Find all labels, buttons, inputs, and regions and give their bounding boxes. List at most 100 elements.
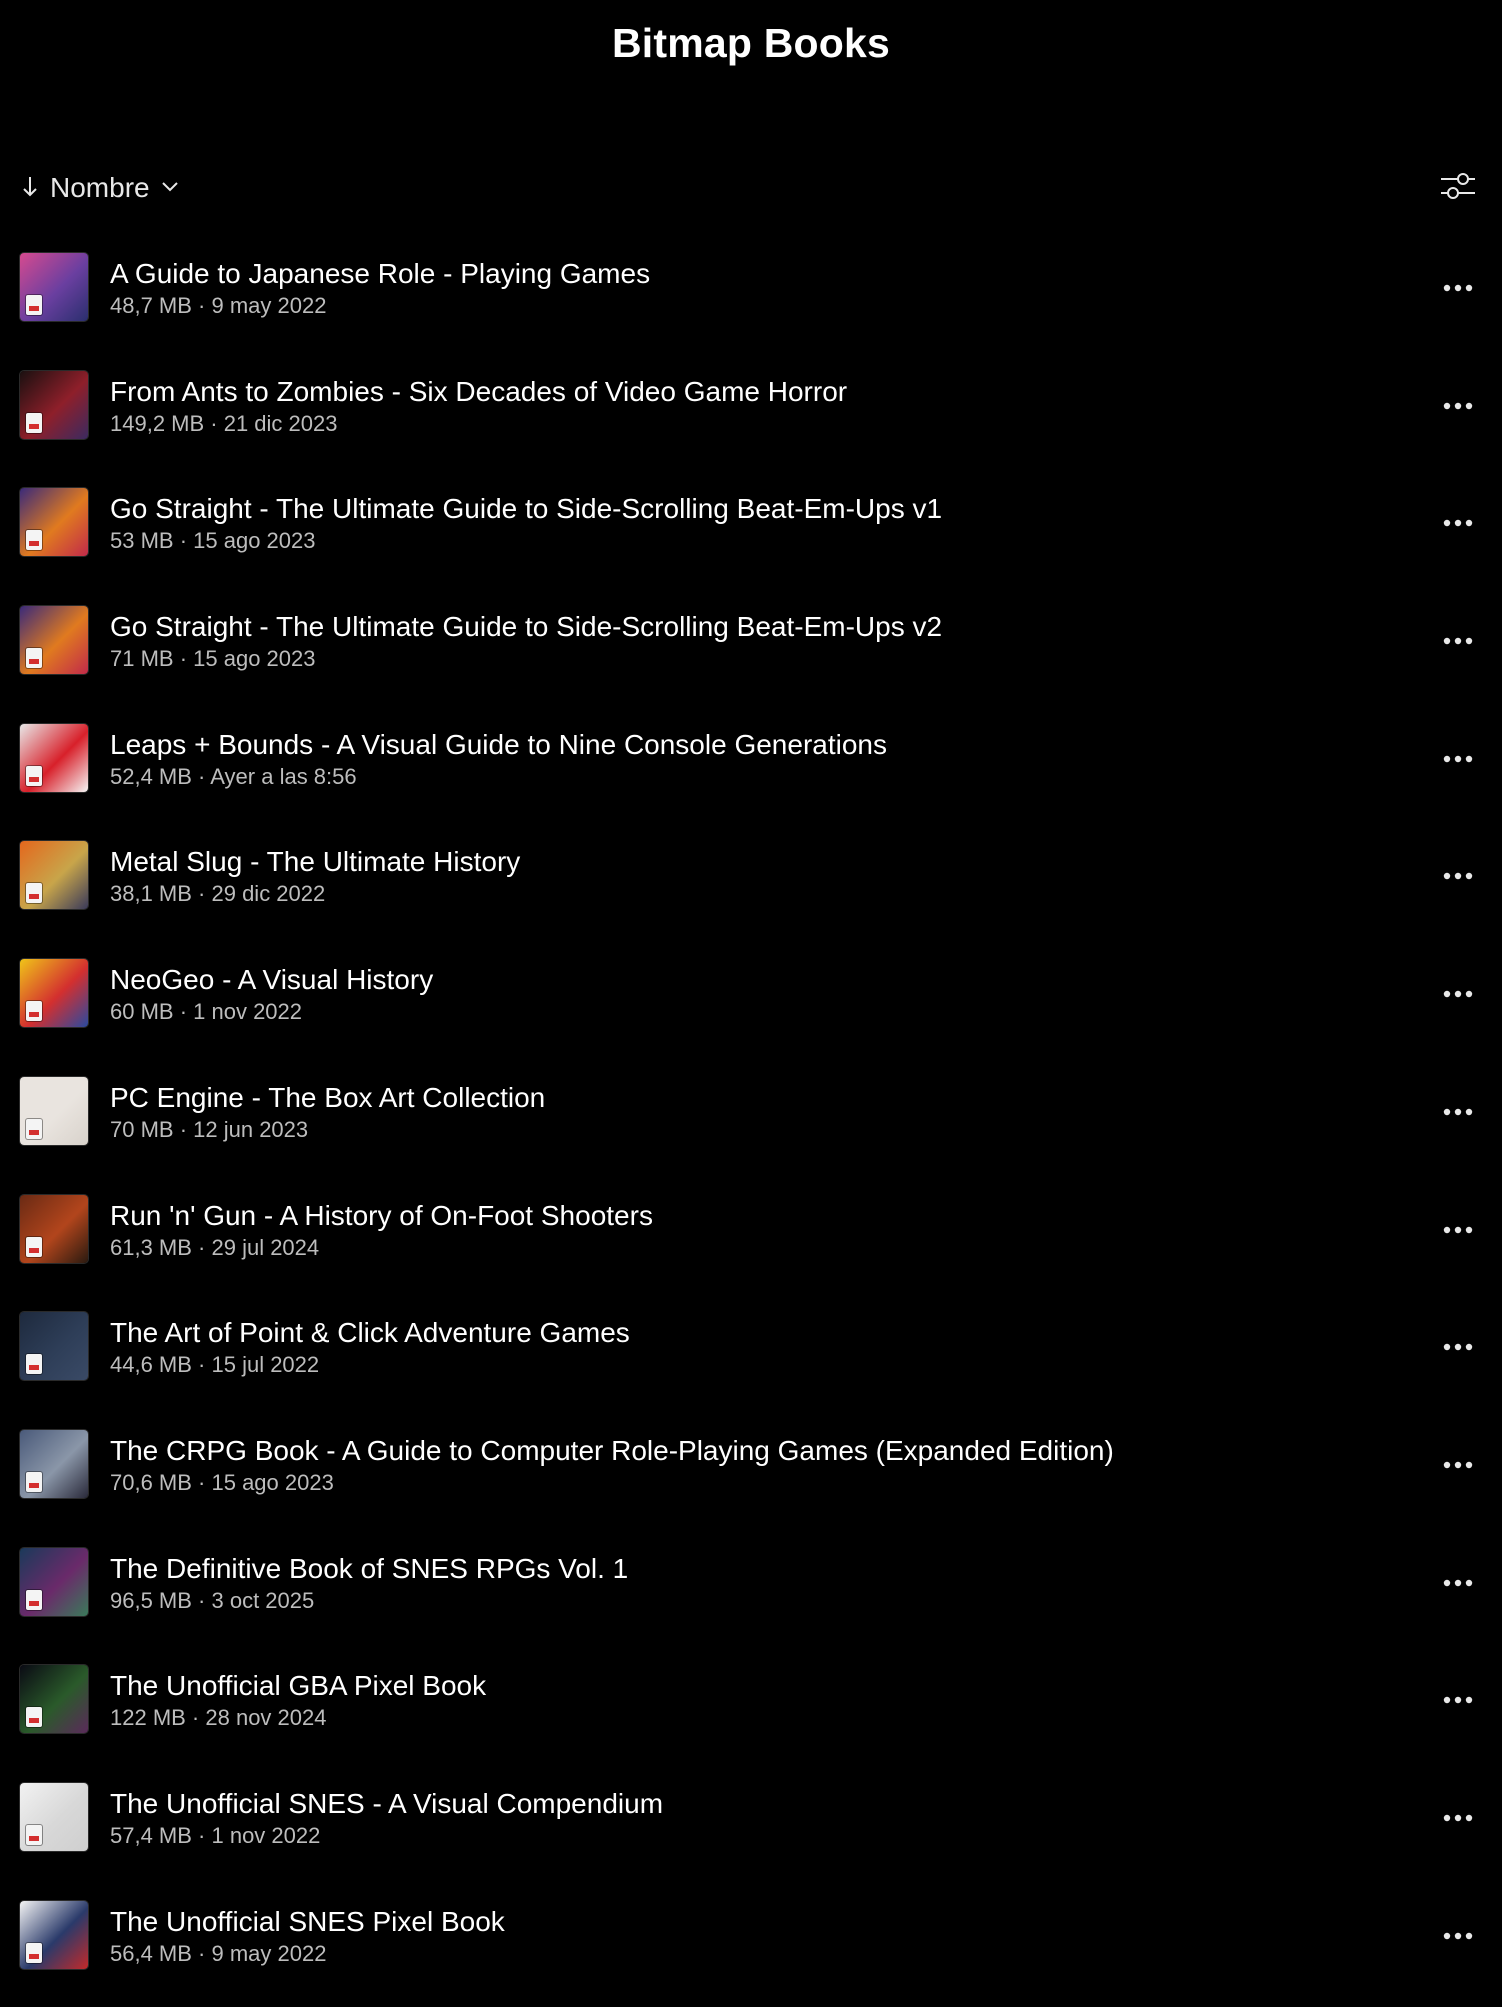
list-item-text: The Art of Point & Click Adventure Games… bbox=[110, 1316, 1362, 1380]
book-cover-thumbnail bbox=[20, 723, 88, 792]
list-item-meta: 44,6 MB · 15 jul 2022 bbox=[110, 1352, 320, 1378]
more-horizontal-icon bbox=[1443, 397, 1473, 415]
more-options-button[interactable] bbox=[1436, 386, 1480, 426]
more-horizontal-icon bbox=[1443, 1456, 1473, 1474]
pdf-badge-icon bbox=[26, 883, 42, 904]
more-options-button[interactable] bbox=[1436, 1798, 1480, 1838]
more-options-button[interactable] bbox=[1436, 268, 1480, 308]
list-item[interactable]: The CRPG Book - A Guide to Computer Role… bbox=[0, 1419, 1502, 1537]
list-item[interactable]: NeoGeo - A Visual History 60 MB · 1 nov … bbox=[0, 948, 1502, 1066]
pdf-badge-icon bbox=[26, 648, 42, 669]
book-cover-thumbnail bbox=[20, 488, 88, 557]
more-horizontal-icon bbox=[1443, 514, 1473, 532]
more-options-button[interactable] bbox=[1436, 1563, 1480, 1603]
list-item-text: The Unofficial GBA Pixel Book 122 MB · 2… bbox=[110, 1669, 1362, 1733]
more-horizontal-icon bbox=[1443, 1809, 1473, 1827]
more-horizontal-icon bbox=[1443, 750, 1473, 768]
list-item-meta: 48,7 MB · 9 may 2022 bbox=[110, 293, 327, 318]
pdf-badge-icon bbox=[26, 1707, 42, 1728]
list-item-text: The Unofficial SNES - A Visual Compendiu… bbox=[110, 1787, 1362, 1851]
book-cover-thumbnail bbox=[20, 1429, 88, 1498]
more-options-button[interactable] bbox=[1436, 1327, 1480, 1367]
more-options-button[interactable] bbox=[1436, 739, 1480, 779]
list-item[interactable]: Go Straight - The Ultimate Guide to Side… bbox=[0, 595, 1502, 713]
more-horizontal-icon bbox=[1443, 279, 1473, 297]
more-horizontal-icon bbox=[1443, 1927, 1473, 1945]
more-options-button[interactable] bbox=[1436, 1680, 1480, 1720]
sort-bar: Nombre bbox=[0, 160, 1502, 216]
list-item[interactable]: Leaps + Bounds - A Visual Guide to Nine … bbox=[0, 713, 1502, 831]
pdf-badge-icon bbox=[26, 1824, 42, 1845]
list-item[interactable]: The Unofficial SNES - A Visual Compendiu… bbox=[0, 1772, 1502, 1890]
list-item-title: Metal Slug - The Ultimate History bbox=[110, 846, 521, 878]
list-item-meta: 57,4 MB · 1 nov 2022 bbox=[110, 1822, 321, 1848]
list-item-title: Go Straight - The Ultimate Guide to Side… bbox=[110, 493, 943, 525]
list-item[interactable]: Run 'n' Gun - A History of On-Foot Shoot… bbox=[0, 1184, 1502, 1302]
list-item[interactable]: The Definitive Book of SNES RPGs Vol. 1 … bbox=[0, 1537, 1502, 1655]
list-item-meta: 56,4 MB · 9 may 2022 bbox=[110, 1940, 327, 1966]
book-cover-thumbnail bbox=[20, 959, 88, 1028]
list-item-text: From Ants to Zombies - Six Decades of Vi… bbox=[110, 375, 1362, 439]
list-item-meta: 38,1 MB · 29 dic 2022 bbox=[110, 881, 326, 907]
pdf-badge-icon bbox=[26, 295, 42, 315]
sort-dropdown[interactable]: Nombre bbox=[20, 160, 180, 216]
book-cover-thumbnail bbox=[20, 1312, 88, 1381]
list-item-meta: 52,4 MB · Ayer a las 8:56 bbox=[110, 763, 357, 789]
list-item-title: The Art of Point & Click Adventure Games bbox=[110, 1317, 630, 1349]
list-item-title: PC Engine - The Box Art Collection bbox=[110, 1081, 546, 1113]
list-item-title: The Unofficial SNES - A Visual Compendiu… bbox=[110, 1787, 664, 1819]
more-horizontal-icon bbox=[1443, 1221, 1473, 1239]
list-item-meta: 70,6 MB · 15 ago 2023 bbox=[110, 1469, 334, 1495]
chevron-down-icon bbox=[160, 176, 180, 201]
file-list: A Guide to Japanese Role - Playing Games… bbox=[0, 242, 1502, 2007]
list-item[interactable]: Metal Slug - The Ultimate History 38,1 M… bbox=[0, 830, 1502, 948]
more-options-button[interactable] bbox=[1436, 1445, 1480, 1485]
book-cover-thumbnail bbox=[20, 841, 88, 910]
list-item-title: The CRPG Book - A Guide to Computer Role… bbox=[110, 1434, 1114, 1466]
sort-label: Nombre bbox=[50, 172, 150, 203]
more-options-button[interactable] bbox=[1436, 856, 1480, 896]
more-horizontal-icon bbox=[1443, 1691, 1473, 1709]
list-item[interactable]: PC Engine - The Box Art Collection 70 MB… bbox=[0, 1066, 1502, 1184]
pdf-badge-icon bbox=[26, 765, 42, 786]
pdf-badge-icon bbox=[26, 530, 42, 551]
more-options-button[interactable] bbox=[1436, 1092, 1480, 1132]
more-horizontal-icon bbox=[1443, 867, 1473, 885]
list-item-title: Run 'n' Gun - A History of On-Foot Shoot… bbox=[110, 1199, 653, 1231]
list-item[interactable]: The Unofficial GBA Pixel Book 122 MB · 2… bbox=[0, 1654, 1502, 1772]
list-item-text: Leaps + Bounds - A Visual Guide to Nine … bbox=[110, 728, 1362, 792]
more-horizontal-icon bbox=[1443, 1103, 1473, 1121]
list-item-meta: 122 MB · 28 nov 2024 bbox=[110, 1705, 327, 1731]
filter-button[interactable] bbox=[1436, 166, 1480, 210]
more-options-button[interactable] bbox=[1436, 1210, 1480, 1250]
pdf-badge-icon bbox=[26, 1118, 42, 1139]
more-options-button[interactable] bbox=[1436, 621, 1480, 661]
list-item-text: The Unofficial SNES Pixel Book 56,4 MB ·… bbox=[110, 1905, 1362, 1969]
list-item-text: Metal Slug - The Ultimate History 38,1 M… bbox=[110, 845, 1362, 909]
more-options-button[interactable] bbox=[1436, 503, 1480, 543]
pdf-badge-icon bbox=[26, 1942, 42, 1963]
list-item-title: A Guide to Japanese Role - Playing Games bbox=[110, 258, 651, 289]
list-item-meta: 70 MB · 12 jun 2023 bbox=[110, 1116, 309, 1142]
book-cover-thumbnail bbox=[20, 606, 88, 675]
list-item-text: The Definitive Book of SNES RPGs Vol. 1 … bbox=[110, 1552, 1362, 1616]
more-horizontal-icon bbox=[1443, 1338, 1473, 1356]
list-item-text: Go Straight - The Ultimate Guide to Side… bbox=[110, 492, 1362, 556]
book-cover-thumbnail bbox=[20, 1900, 88, 1969]
book-cover-thumbnail bbox=[20, 1782, 88, 1851]
pdf-badge-icon bbox=[26, 1001, 42, 1022]
list-item[interactable]: Go Straight - The Ultimate Guide to Side… bbox=[0, 477, 1502, 595]
list-item[interactable]: The Unofficial SNES Pixel Book 56,4 MB ·… bbox=[0, 1890, 1502, 2007]
list-item[interactable]: A Guide to Japanese Role - Playing Games… bbox=[0, 242, 1502, 360]
book-cover-thumbnail bbox=[20, 370, 88, 439]
list-item[interactable]: The Art of Point & Click Adventure Games… bbox=[0, 1301, 1502, 1419]
list-item-text: Run 'n' Gun - A History of On-Foot Shoot… bbox=[110, 1199, 1362, 1263]
more-options-button[interactable] bbox=[1436, 1916, 1480, 1956]
pdf-badge-icon bbox=[26, 1589, 42, 1610]
list-item-title: The Unofficial GBA Pixel Book bbox=[110, 1670, 487, 1702]
book-cover-thumbnail bbox=[20, 1547, 88, 1616]
pdf-badge-icon bbox=[26, 1236, 42, 1257]
more-options-button[interactable] bbox=[1436, 974, 1480, 1014]
list-item-title: Go Straight - The Ultimate Guide to Side… bbox=[110, 611, 943, 643]
list-item[interactable]: From Ants to Zombies - Six Decades of Vi… bbox=[0, 360, 1502, 478]
